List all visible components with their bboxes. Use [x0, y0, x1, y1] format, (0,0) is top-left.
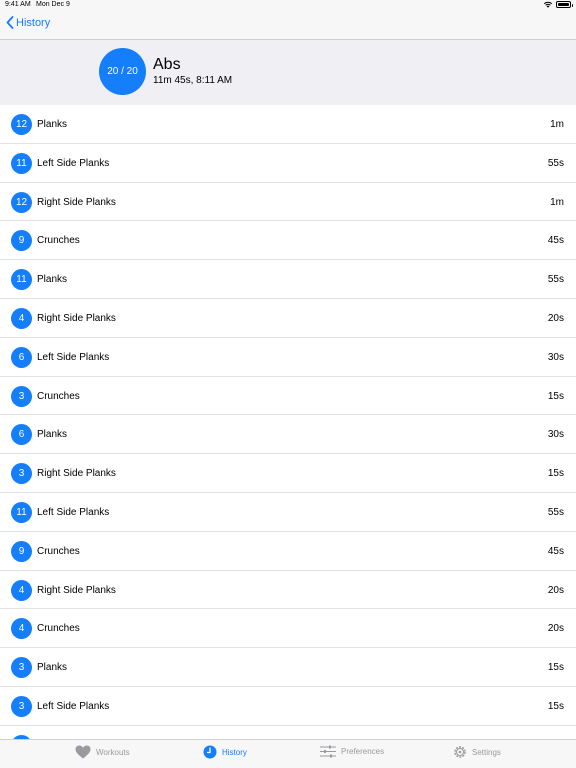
exercise-duration: 45s — [547, 235, 564, 247]
exercise-list[interactable]: 12 Planks 1m 11 Left Side Planks 55s 12 Right… — [0, 105, 576, 739]
rep-count-badge: 6 — [11, 424, 32, 446]
exercise-name: Crunches — [37, 545, 80, 557]
status-indicators — [543, 1, 573, 8]
exercise-name: Planks — [37, 429, 68, 441]
rep-count-badge: 3 — [11, 385, 32, 407]
rep-count-badge: 12 — [11, 114, 32, 135]
tab-workouts[interactable]: Workouts — [75, 745, 130, 759]
rep-count-badge: 11 — [11, 269, 32, 291]
exercise-name: Crunches — [37, 390, 80, 402]
exercise-name: Right Side Planks — [37, 196, 116, 208]
tab-preferences-label: Preferences — [341, 747, 385, 756]
wifi-icon — [543, 1, 553, 8]
exercise-row[interactable]: 12 Right Side Planks 1m — [0, 183, 576, 222]
exercise-row[interactable]: 9 Crunches 45s — [0, 532, 576, 571]
rep-count-badge: 3 — [11, 463, 32, 485]
rep-count-badge: 11 — [11, 501, 32, 523]
tab-settings-label: Settings — [472, 747, 501, 757]
exercise-name: Right Side Planks — [37, 468, 116, 480]
exercise-row[interactable]: 4 Crunches 20s — [0, 609, 576, 649]
battery-icon — [556, 1, 573, 8]
workout-meta: 11m 45s, 8:11 AM — [153, 75, 233, 86]
exercise-duration: 20s — [547, 584, 564, 596]
rep-count-badge: 6 — [11, 346, 32, 368]
exercise-name: Left Side Planks — [37, 700, 110, 712]
exercise-name: Crunches — [37, 623, 80, 635]
rep-count-badge: 4 — [11, 579, 32, 601]
exercise-duration: 1m — [550, 196, 564, 208]
exercise-row[interactable]: 12 Planks 1m — [0, 105, 576, 144]
exercise-name: Left Side Planks — [37, 506, 110, 518]
exercise-name: Right Side Planks — [37, 584, 116, 596]
exercise-row[interactable]: 6 Planks 30s — [0, 415, 576, 455]
exercise-duration: 30s — [547, 351, 564, 363]
exercise-row[interactable]: 9 Crunches 45s — [0, 221, 576, 261]
rep-count-badge: 9 — [11, 540, 32, 562]
rep-count-badge: 11 — [11, 152, 32, 174]
exercise-name: Planks — [37, 662, 68, 674]
exercise-row[interactable]: 4 Right Side Planks 20s — [0, 571, 576, 610]
exercise-name: Right Side Planks — [37, 312, 116, 324]
exercise-row[interactable]: 3 Crunches 15s — [0, 377, 576, 416]
exercise-row[interactable]: 4 Right Side Planks 20s — [0, 299, 576, 338]
exercise-duration: 45s — [547, 545, 564, 557]
exercise-duration: 20s — [547, 312, 564, 324]
clock-icon — [203, 745, 217, 759]
exercise-name: Left Side Planks — [37, 157, 110, 169]
status-date: Mon Dec 9 — [36, 1, 70, 8]
rep-count-badge: 12 — [11, 191, 32, 213]
exercise-duration: 15s — [547, 700, 564, 712]
exercise-name: Planks — [37, 119, 68, 130]
exercise-row[interactable]: 3 Left Side Planks 15s — [0, 687, 576, 726]
heart-icon — [75, 745, 91, 759]
exercise-row[interactable]: 11 Planks 55s — [0, 260, 576, 299]
back-button[interactable]: History — [6, 16, 50, 29]
rep-count-badge: 4 — [11, 307, 32, 329]
exercise-duration: 15s — [547, 468, 564, 480]
progress-circle: 20 / 20 — [99, 48, 146, 95]
back-button-label: History — [16, 16, 51, 29]
status-time: 9:41 AM — [5, 1, 31, 8]
exercise-duration: 15s — [547, 662, 564, 674]
tab-settings[interactable]: Settings — [453, 745, 501, 759]
exercise-duration: 20s — [547, 623, 564, 635]
exercise-duration: 55s — [547, 274, 564, 286]
exercise-row[interactable]: 3 Right Side Planks 15s — [0, 454, 576, 493]
rep-count-badge: 4 — [11, 618, 32, 640]
exercise-row[interactable]: 3 Planks 15s — [0, 648, 576, 687]
exercise-name: Left Side Planks — [37, 351, 110, 363]
exercise-duration: 55s — [547, 157, 564, 169]
exercise-duration: 15s — [547, 390, 564, 402]
gear-icon — [454, 746, 466, 758]
rep-count-badge: 3 — [11, 657, 32, 679]
rep-count-badge: 3 — [11, 695, 32, 717]
exercise-duration: 30s — [547, 429, 564, 441]
rep-count-badge: 9 — [11, 230, 32, 252]
tab-workouts-label: Workouts — [96, 747, 130, 757]
tab-history[interactable]: History — [203, 745, 247, 759]
tab-history-label: History — [222, 747, 247, 757]
exercise-duration: 1m — [550, 119, 564, 130]
chevron-left-icon — [6, 16, 14, 29]
exercise-name: Planks — [37, 274, 68, 286]
exercise-row[interactable] — [0, 726, 576, 739]
status-bar: 9:41 AM Mon Dec 9 — [0, 0, 576, 10]
tab-preferences[interactable]: Preferences — [320, 745, 384, 758]
sliders-icon — [320, 745, 336, 758]
exercise-row[interactable]: 11 Left Side Planks 55s — [0, 144, 576, 183]
exercise-row[interactable]: 6 Left Side Planks 30s — [0, 338, 576, 377]
tab-bar: Workouts History Preferences Settings — [0, 739, 576, 768]
navigation-bar: History — [0, 10, 576, 40]
exercise-row[interactable]: 11 Left Side Planks 55s — [0, 493, 576, 532]
exercise-duration: 55s — [547, 506, 564, 518]
workout-summary: 20 / 20 Abs 11m 45s, 8:11 AM — [0, 40, 576, 105]
workout-title: Abs — [153, 56, 181, 73]
exercise-name: Crunches — [37, 235, 80, 247]
